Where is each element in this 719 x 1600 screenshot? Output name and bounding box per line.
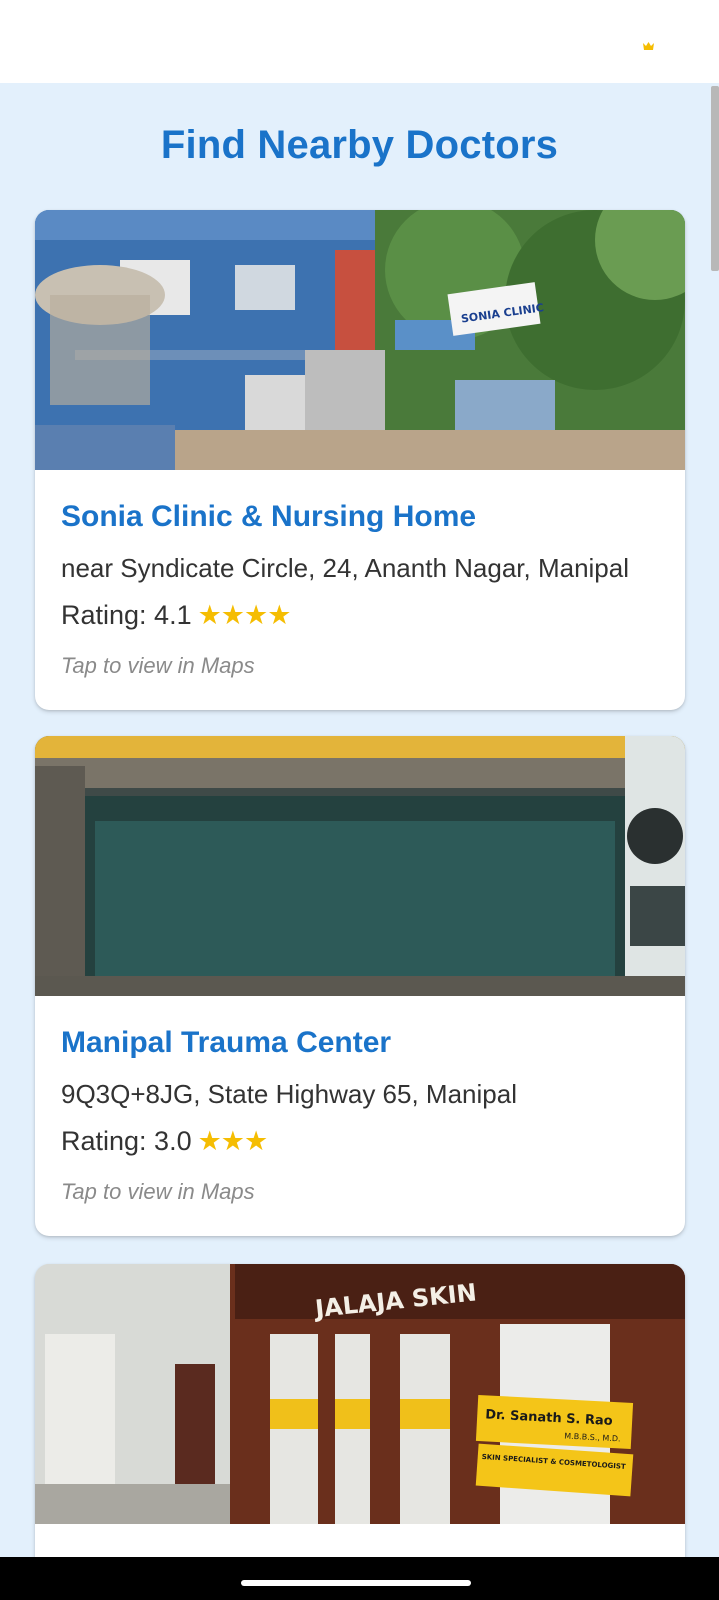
rating-label: Rating: 3.0 <box>61 1126 192 1156</box>
rating-label: Rating: 4.1 <box>61 600 192 630</box>
clinic-address: near Syndicate Circle, 24, Ananth Nagar,… <box>61 553 630 583</box>
doctor-card-jalaja-skin-clinic[interactable]: JALAJA SKIN Dr. Sanath S. Rao M.B.B.S., … <box>35 1264 685 1584</box>
top-app-bar <box>0 0 719 83</box>
clinic-name[interactable]: Sonia Clinic & Nursing Home <box>61 500 476 534</box>
system-navigation-bar <box>0 1557 719 1600</box>
rating-stars-icon: ★★★★ <box>197 600 292 630</box>
clinic-rating: Rating: 3.0 ★★★ <box>61 1126 269 1157</box>
clinic-rating: Rating: 4.1 ★★★★ <box>61 600 292 631</box>
clinic-photo <box>35 736 685 996</box>
clinic-name[interactable]: Manipal Trauma Center <box>61 1026 391 1060</box>
scrollbar[interactable] <box>711 86 719 271</box>
crown-icon[interactable] <box>643 42 654 50</box>
doctor-card-sonia-clinic[interactable]: SONIA CLINIC Sonia Clinic & Nursing Home… <box>35 210 685 710</box>
view-in-maps-hint[interactable]: Tap to view in Maps <box>61 653 255 679</box>
view-in-maps-hint[interactable]: Tap to view in Maps <box>61 1179 255 1205</box>
clinic-photo: JALAJA SKIN Dr. Sanath S. Rao M.B.B.S., … <box>35 1264 685 1524</box>
clinic-address: 9Q3Q+8JG, State Highway 65, Manipal <box>61 1079 517 1109</box>
rating-stars-icon: ★★★ <box>197 1126 269 1156</box>
doctor-card-manipal-trauma-center[interactable]: Manipal Trauma Center 9Q3Q+8JG, State Hi… <box>35 736 685 1236</box>
page-title: Find Nearby Doctors <box>160 123 559 167</box>
home-indicator[interactable] <box>241 1580 471 1586</box>
clinic-photo: SONIA CLINIC <box>35 210 685 470</box>
